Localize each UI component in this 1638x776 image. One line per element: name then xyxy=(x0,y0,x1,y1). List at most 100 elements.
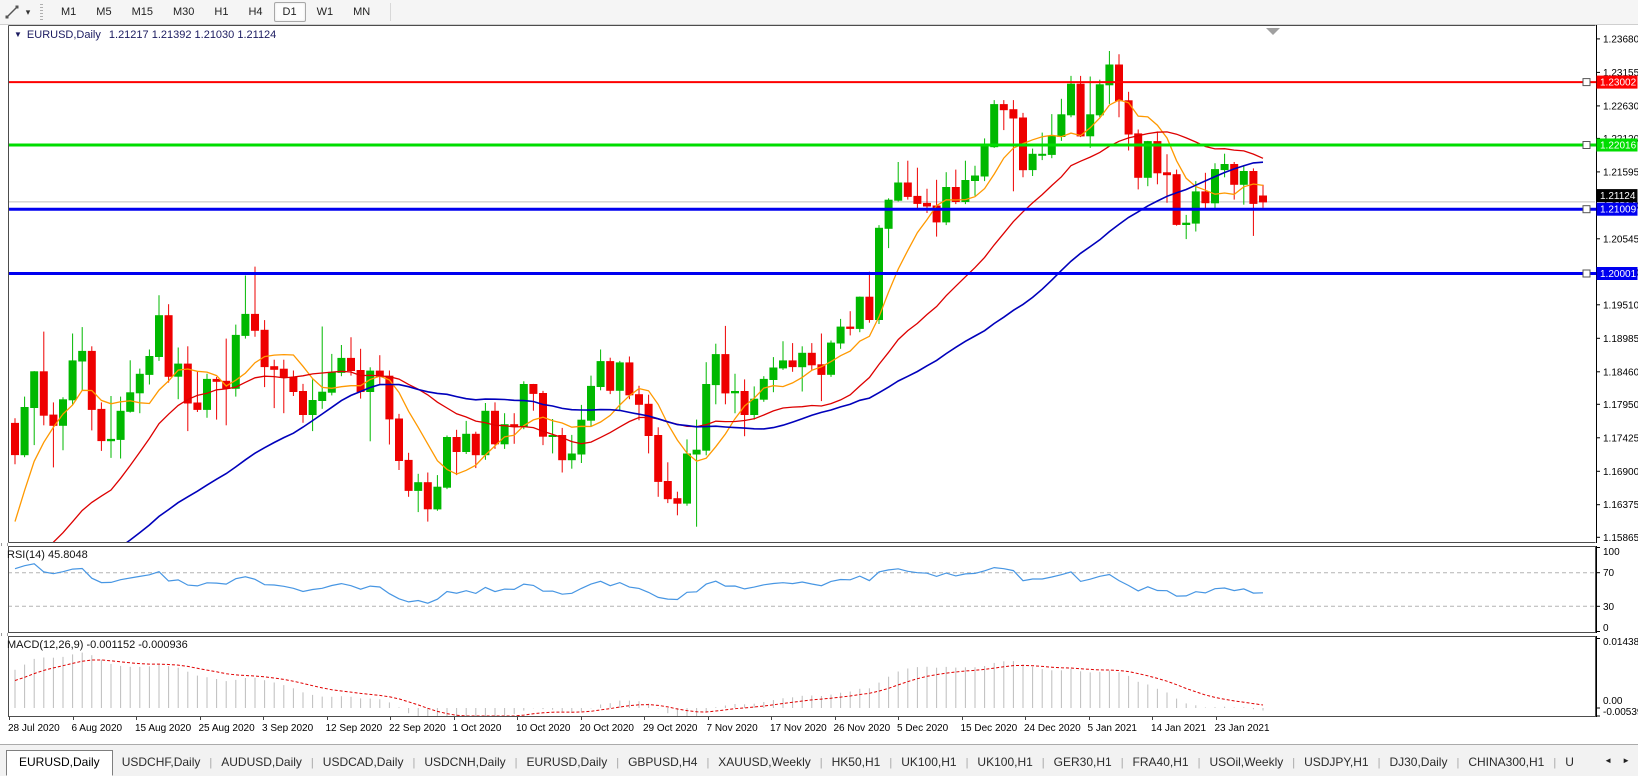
candle-body xyxy=(1058,115,1065,137)
toolbar: ▾ M1M5M15M30H1H4D1W1MN xyxy=(0,0,1638,25)
timeframe-button-m30[interactable]: M30 xyxy=(164,2,203,22)
rsi-panel[interactable]: 10070300 RSI(14) 45.8048 xyxy=(0,546,1638,633)
timeframe-button-m15[interactable]: M15 xyxy=(123,2,162,22)
date-tick xyxy=(73,717,74,720)
macd-svg[interactable]: 0.0143840.00-0.00539 xyxy=(0,636,1638,717)
price-tick-label: 1.17425 xyxy=(1603,433,1638,444)
date-tick xyxy=(708,717,709,720)
candle-body xyxy=(607,362,614,391)
candle-body xyxy=(1077,84,1084,136)
chart-tab-gbpusd-h4[interactable]: GBPUSD,H4 xyxy=(619,750,706,776)
candle-body xyxy=(722,355,729,393)
date-tick xyxy=(1216,717,1217,720)
hline-handle[interactable] xyxy=(1583,206,1590,213)
chart-tab-u[interactable]: U xyxy=(1556,750,1583,776)
date-tick xyxy=(644,717,645,720)
toolbar-separator xyxy=(390,3,391,21)
toolbar-grip xyxy=(40,4,43,20)
main-chart-svg[interactable]: 1.236801.231551.226301.221201.215951.210… xyxy=(0,25,1638,543)
date-tick xyxy=(835,717,836,720)
oneclick-collapse-icon[interactable]: ▼ xyxy=(14,30,22,39)
chart-tab-uk100-h1[interactable]: UK100,H1 xyxy=(892,750,965,776)
chart-tab-xauusd-weekly[interactable]: XAUUSD,Weekly xyxy=(709,750,819,776)
chart-tab-usoil-weekly[interactable]: USOil,Weekly xyxy=(1200,750,1292,776)
candle-body xyxy=(252,314,259,330)
timeframe-buttons: M1M5M15M30H1H4D1W1MN xyxy=(51,2,380,22)
rsi-svg[interactable]: 10070300 xyxy=(0,546,1638,633)
candle-body xyxy=(319,392,326,400)
timeframe-button-h1[interactable]: H1 xyxy=(205,2,237,22)
hline-handle[interactable] xyxy=(1583,142,1590,149)
hline-handle[interactable] xyxy=(1583,79,1590,86)
date-label: 5 Dec 2020 xyxy=(897,723,948,734)
candle-body xyxy=(1173,175,1180,225)
chart-tab-usdchf-daily[interactable]: USDCHF,Daily xyxy=(113,750,210,776)
candle-body xyxy=(1029,154,1036,169)
date-tick xyxy=(454,717,455,720)
timeframe-button-d1[interactable]: D1 xyxy=(274,2,306,22)
date-label: 10 Oct 2020 xyxy=(516,723,570,734)
tab-scroll-arrows: ◄► xyxy=(1599,745,1638,776)
candle-body xyxy=(21,408,28,455)
candle-body xyxy=(40,372,47,415)
chart-tab-china300-h1[interactable]: CHINA300,H1 xyxy=(1459,750,1553,776)
chart-tab-hk50-h1[interactable]: HK50,H1 xyxy=(823,750,890,776)
candle-body xyxy=(156,316,163,357)
chart-tab-uk100-h1[interactable]: UK100,H1 xyxy=(968,750,1041,776)
tool-dropdown-caret-icon[interactable]: ▾ xyxy=(22,7,34,18)
date-label: 14 Jan 2021 xyxy=(1151,723,1206,734)
candle-body xyxy=(453,438,460,452)
macd-tick-label: -0.00539 xyxy=(1603,707,1638,717)
candle-body xyxy=(444,438,451,488)
date-tick xyxy=(9,717,10,720)
candle-body xyxy=(578,420,585,454)
candle-body xyxy=(837,327,844,343)
rsi-tick-label: 30 xyxy=(1603,602,1615,613)
date-label: 24 Dec 2020 xyxy=(1024,723,1081,734)
chart-tab-audusd-daily[interactable]: AUDUSD,Daily xyxy=(212,750,311,776)
candle-body xyxy=(789,361,796,367)
timeframe-button-m1[interactable]: M1 xyxy=(52,2,85,22)
price-tick-label: 1.19510 xyxy=(1603,300,1638,311)
candle-body xyxy=(127,393,134,412)
candle-body xyxy=(88,351,95,409)
chart-tab-fra40-h1[interactable]: FRA40,H1 xyxy=(1124,750,1198,776)
timeframe-button-mn[interactable]: MN xyxy=(344,2,379,22)
candle-body xyxy=(472,434,479,454)
line-study-tool-icon[interactable] xyxy=(2,3,22,21)
candle-body xyxy=(1000,105,1007,110)
hline-price-badge-text: 1.21009 xyxy=(1600,205,1637,216)
timeframe-button-w1[interactable]: W1 xyxy=(308,2,343,22)
candle-body xyxy=(530,385,537,394)
candle-body xyxy=(808,353,815,365)
candle-body xyxy=(1039,154,1046,155)
main-chart-canvas[interactable]: 1.236801.231551.226301.221201.215951.210… xyxy=(0,25,1638,543)
chart-tab-usdcad-daily[interactable]: USDCAD,Daily xyxy=(314,750,413,776)
tab-scroll-right-icon[interactable]: ► xyxy=(1617,756,1635,765)
candle-body xyxy=(309,401,316,415)
macd-panel[interactable]: 0.0143840.00-0.00539 MACD(12,26,9) -0.00… xyxy=(0,636,1638,717)
ohlc-info-line: ▼EURUSD,Daily1.21217 1.21392 1.21030 1.2… xyxy=(14,29,276,41)
chart-tab-usdcnh-daily[interactable]: USDCNH,Daily xyxy=(415,750,514,776)
chart-tab-usdjpy-h1[interactable]: USDJPY,H1 xyxy=(1295,750,1377,776)
date-label: 29 Oct 2020 xyxy=(643,723,697,734)
candle-body xyxy=(1260,196,1267,202)
chart-tab-eurusd-daily[interactable]: EURUSD,Daily xyxy=(6,750,113,776)
timeframe-button-m5[interactable]: M5 xyxy=(87,2,120,22)
candle-body xyxy=(492,411,499,444)
date-label: 5 Jan 2021 xyxy=(1088,723,1138,734)
candle-body xyxy=(405,460,412,490)
macd-tick-label: 0.014384 xyxy=(1603,637,1638,648)
candle-body xyxy=(348,358,355,370)
tab-scroll-left-icon[interactable]: ◄ xyxy=(1599,756,1617,765)
hline-handle[interactable] xyxy=(1583,270,1590,277)
candle-body xyxy=(520,385,527,427)
candle-body xyxy=(108,439,115,440)
date-tick xyxy=(1152,717,1153,720)
timeframe-button-h4[interactable]: H4 xyxy=(239,2,271,22)
chart-tab-dj30-daily[interactable]: DJ30,Daily xyxy=(1380,750,1456,776)
chart-tab-ger30-h1[interactable]: GER30,H1 xyxy=(1045,750,1121,776)
chart-tab-eurusd-daily[interactable]: EURUSD,Daily xyxy=(518,750,617,776)
candle-body xyxy=(616,363,623,390)
candle-body xyxy=(1010,110,1017,118)
